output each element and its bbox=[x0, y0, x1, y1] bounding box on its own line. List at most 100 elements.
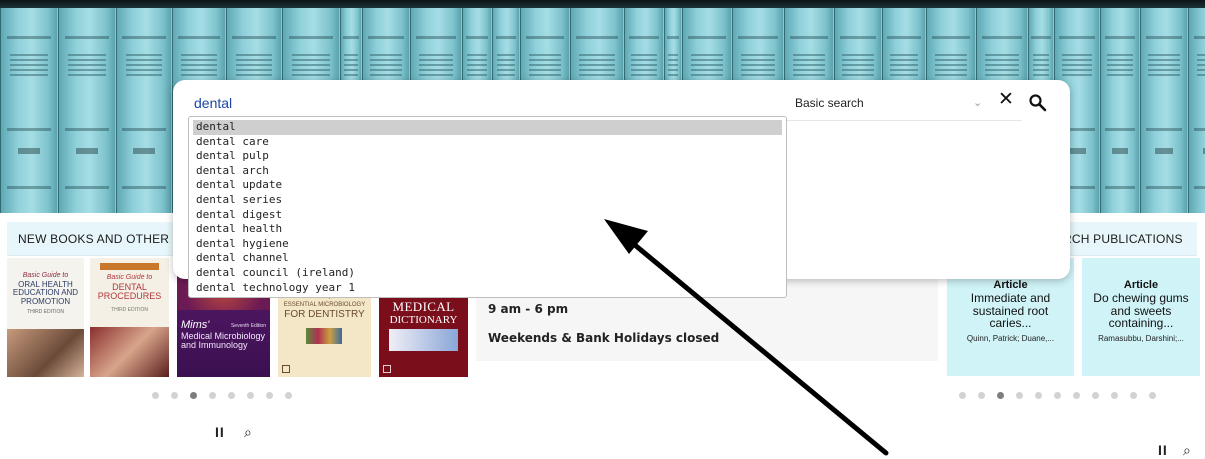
publication-authors: Quinn, Patrick; Duane,... bbox=[966, 334, 1055, 343]
carousel-dot[interactable] bbox=[285, 392, 292, 399]
spine-band bbox=[1104, 36, 1136, 39]
carousel-dot[interactable] bbox=[228, 392, 235, 399]
research-publications-section-title: RCH PUBLICATIONS bbox=[1063, 232, 1183, 246]
book-cover-edition: Seventh Edition bbox=[230, 323, 266, 329]
search-suggestion-item[interactable]: dental pulp bbox=[193, 149, 782, 164]
spine-band bbox=[122, 186, 166, 189]
search-mode-select[interactable]: Basic search ⌄ bbox=[795, 94, 985, 114]
spine-band bbox=[1031, 36, 1051, 39]
publication-tile[interactable]: Article Do chewing gums and sweets conta… bbox=[1082, 258, 1200, 376]
spine-label bbox=[985, 54, 1019, 76]
spine-band bbox=[64, 186, 110, 189]
carousel-dot[interactable] bbox=[247, 392, 254, 399]
carousel-dot[interactable] bbox=[959, 392, 966, 399]
spine-band bbox=[64, 36, 110, 39]
search-suggestion-item[interactable]: dental digest bbox=[193, 208, 782, 223]
spine-label bbox=[667, 54, 679, 76]
spine-band bbox=[64, 128, 110, 131]
spine-band bbox=[1145, 128, 1183, 131]
search-suggestion-item[interactable]: dental care bbox=[193, 135, 782, 150]
new-books-section-title: NEW BOOKS AND OTHER P bbox=[18, 232, 181, 246]
search-suggestion-item[interactable]: dental bbox=[193, 120, 782, 135]
book-cover-dental-procedures[interactable]: Basic Guide to DENTAL PROCEDURES THIRD E… bbox=[90, 258, 169, 377]
carousel-dot[interactable] bbox=[171, 392, 178, 399]
book-cover-edition: THIRD EDITION bbox=[27, 309, 64, 315]
search-suggestion-item[interactable]: dental technology year 1 bbox=[193, 281, 782, 296]
spine-mark bbox=[17, 148, 41, 154]
spine-label bbox=[889, 54, 919, 76]
search-input[interactable] bbox=[194, 92, 784, 114]
books-carousel-zoom-icon[interactable]: ⌕ bbox=[244, 424, 252, 441]
spine-band bbox=[122, 128, 166, 131]
search-suggestion-item[interactable]: dental hygiene bbox=[193, 237, 782, 252]
search-suggestion-item[interactable]: dental update bbox=[193, 178, 782, 193]
search-suggestion-item[interactable]: dental arch bbox=[193, 164, 782, 179]
carousel-dot[interactable] bbox=[978, 392, 985, 399]
book-cover-photo bbox=[90, 327, 169, 377]
publications-carousel-pause-button[interactable]: II bbox=[1158, 442, 1168, 458]
spine-band bbox=[628, 36, 660, 39]
spine-label bbox=[1196, 54, 1205, 76]
spine-label bbox=[690, 54, 724, 76]
spine-band bbox=[288, 36, 334, 39]
weekend-hours: Weekends & Bank Holidays closed bbox=[488, 331, 720, 345]
spine-band bbox=[789, 36, 829, 39]
spine-band bbox=[232, 36, 276, 39]
spine-mark bbox=[1068, 148, 1086, 154]
search-suggestion-item[interactable]: dental council (ireland) bbox=[193, 266, 782, 281]
book-cover-oral-health[interactable]: Basic Guide to ORAL HEALTH EDUCATION AND… bbox=[7, 258, 84, 377]
spine-band bbox=[839, 36, 877, 39]
publisher-logo-icon bbox=[282, 365, 290, 373]
spine-band bbox=[1104, 128, 1136, 131]
spine-band bbox=[525, 36, 565, 39]
spine-band bbox=[343, 36, 359, 39]
publications-carousel-zoom-icon[interactable]: ⌕ bbox=[1183, 442, 1191, 459]
book-cover-subtitle: FOR DENTISTRY bbox=[284, 309, 365, 320]
publisher-logo-icon bbox=[383, 365, 391, 373]
carousel-dot[interactable] bbox=[1111, 392, 1118, 399]
spine-band bbox=[1059, 36, 1095, 39]
spine-label bbox=[1032, 54, 1050, 76]
search-suggestion-item[interactable]: dental health bbox=[193, 222, 782, 237]
carousel-dot[interactable] bbox=[152, 392, 159, 399]
carousel-dot[interactable] bbox=[1092, 392, 1099, 399]
spine-label bbox=[1148, 54, 1180, 76]
search-mode-value: Basic search bbox=[795, 96, 864, 110]
carousel-dot[interactable] bbox=[997, 392, 1004, 399]
spine-band bbox=[1145, 36, 1183, 39]
carousel-dot[interactable] bbox=[1035, 392, 1042, 399]
spine-label bbox=[125, 54, 163, 76]
carousel-dot[interactable] bbox=[1149, 392, 1156, 399]
publications-carousel-dots bbox=[959, 392, 1197, 399]
search-suggestion-item[interactable]: dental series bbox=[193, 193, 782, 208]
publication-type: Article bbox=[993, 279, 1028, 291]
spine-label bbox=[67, 54, 107, 76]
spine-band bbox=[1193, 186, 1205, 189]
chevron-down-icon: ⌄ bbox=[973, 97, 983, 109]
spine-band bbox=[6, 36, 52, 39]
journal-spine bbox=[1188, 8, 1205, 213]
search-suggestion-item[interactable]: dental channel bbox=[193, 251, 782, 266]
magnifier-icon[interactable] bbox=[1028, 93, 1048, 113]
book-cover-edition: THIRD EDITION bbox=[111, 307, 148, 313]
carousel-dot[interactable] bbox=[1054, 392, 1061, 399]
spine-label bbox=[419, 54, 453, 76]
carousel-dot[interactable] bbox=[1016, 392, 1023, 399]
spine-label bbox=[344, 54, 358, 76]
books-carousel-pause-button[interactable]: II bbox=[215, 424, 225, 440]
carousel-dot[interactable] bbox=[266, 392, 273, 399]
carousel-dot[interactable] bbox=[190, 392, 197, 399]
spine-band bbox=[931, 36, 971, 39]
book-cover-title: ORAL HEALTH EDUCATION AND PROMOTION bbox=[12, 280, 79, 306]
journal-spine bbox=[1140, 8, 1188, 213]
spine-band bbox=[1145, 186, 1183, 189]
publication-authors: Ramasubbu, Darshini;... bbox=[1098, 334, 1184, 343]
spine-band bbox=[738, 36, 778, 39]
carousel-dot[interactable] bbox=[1073, 392, 1080, 399]
spine-mark bbox=[133, 148, 155, 154]
carousel-dot[interactable] bbox=[209, 392, 216, 399]
carousel-dot[interactable] bbox=[1130, 392, 1137, 399]
weekday-hours: 9 am - 6 pm bbox=[488, 302, 569, 316]
close-icon[interactable]: ✕ bbox=[998, 90, 1014, 109]
book-cover-title: MEDICAL bbox=[392, 299, 455, 314]
